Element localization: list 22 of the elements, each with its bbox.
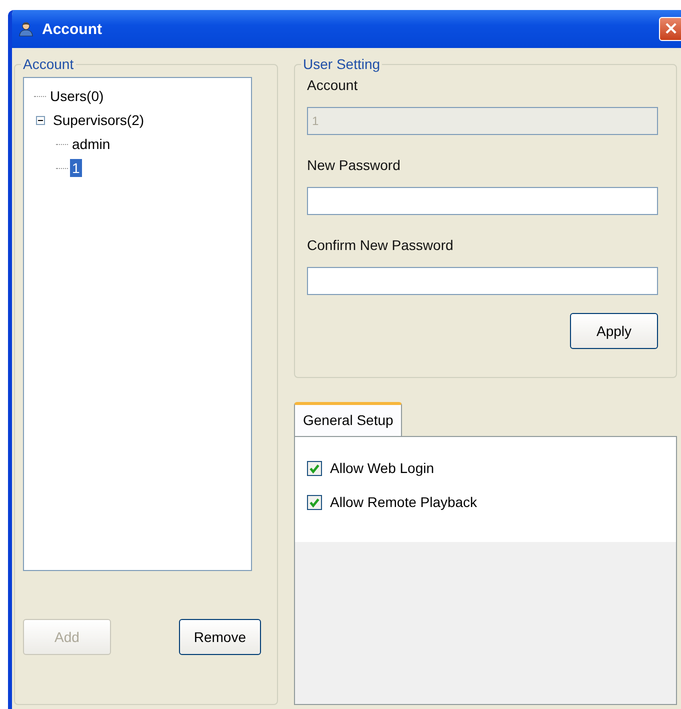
tree-item[interactable]: 1 (70, 159, 82, 177)
input-field[interactable] (307, 187, 658, 215)
checkbox-label: Allow Web Login (330, 460, 434, 476)
field-label: New Password (307, 157, 402, 173)
field-label: Confirm New Password (307, 237, 454, 253)
group-title: Account (21, 56, 76, 72)
group-title: User Setting (301, 56, 382, 72)
input-field[interactable] (307, 267, 658, 295)
apply-button[interactable]: Apply (570, 313, 658, 349)
tree-item[interactable]: Users(0) (48, 87, 106, 105)
checkbox[interactable] (307, 494, 322, 510)
field-label: Account (307, 77, 359, 93)
tab[interactable]: General Setup (294, 402, 402, 436)
tree-item[interactable]: Supervisors(2) (51, 111, 146, 129)
close-button[interactable]: × (659, 17, 681, 41)
user-icon (18, 21, 34, 37)
checkbox[interactable] (307, 460, 322, 476)
collapse-icon[interactable] (36, 116, 45, 124)
checkbox-label: Allow Remote Playback (330, 494, 478, 510)
tree-item[interactable]: admin (70, 135, 112, 153)
window-title: Account (42, 20, 103, 38)
push-button[interactable]: Remove (178, 619, 261, 655)
